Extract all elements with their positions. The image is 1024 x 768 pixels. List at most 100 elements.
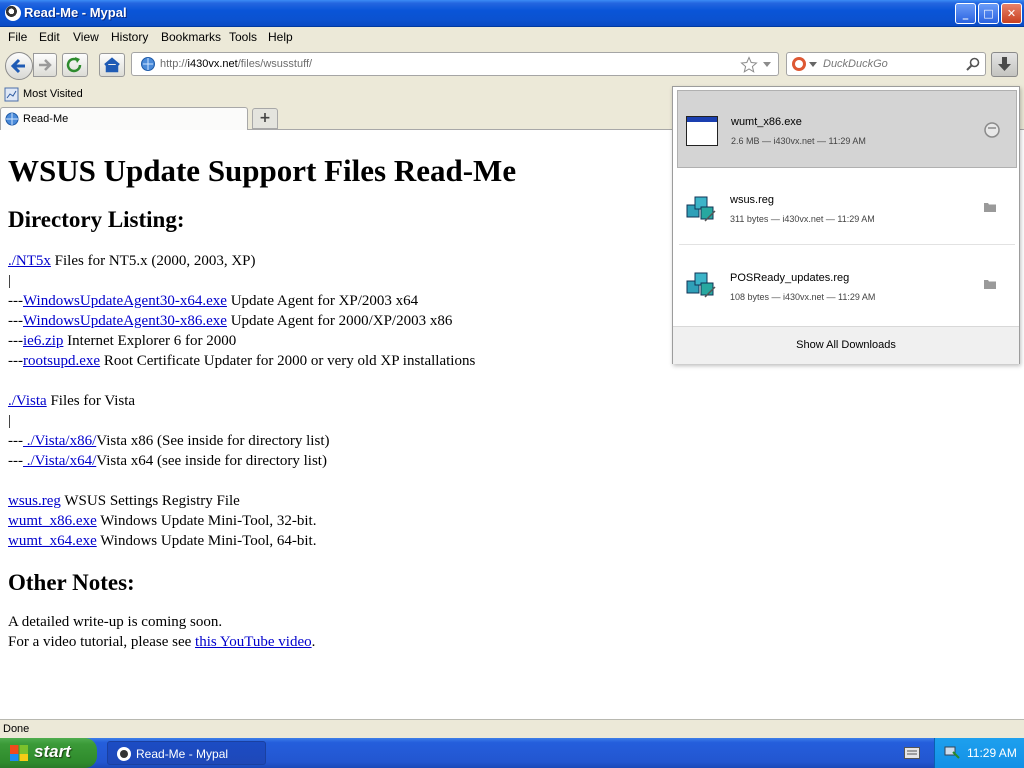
download-arrow-icon [998,57,1011,71]
search-placeholder: DuckDuckGo [823,58,888,70]
item-desc: Vista x86 (See inside for directory list… [96,433,330,449]
menu-bar: File Edit View History Bookmarks Tools H… [0,27,1024,47]
page-title: WSUS Update Support Files Read-Me [8,153,517,188]
url-history-dropdown-icon[interactable] [762,61,772,69]
nt5-item: ---rootsupd.exe Root Certificate Updater… [8,351,668,371]
vista-line: ./Vista Files for Vista [8,391,668,411]
window-title: Read-Me - Mypal [24,5,127,20]
home-icon [104,57,120,73]
minimize-button[interactable]: _ [955,3,976,24]
wumt-x86-link[interactable]: wumt_x86.exe [8,513,97,529]
url-path: /files/wsusstuff/ [237,58,313,70]
back-button[interactable] [5,52,33,80]
download-item[interactable]: POSReady_updates.reg 108 bytes — i430vx.… [677,247,1017,325]
search-engine-dropdown-icon[interactable] [809,62,817,68]
directory-listing-heading: Directory Listing: [8,207,185,232]
start-label: start [34,742,71,761]
nt5-item: ---ie6.zip Internet Explorer 6 for 2000 [8,331,668,351]
vista-link[interactable]: ./Vista [8,393,47,409]
menu-tools[interactable]: Tools [229,30,257,44]
downloads-button[interactable] [991,52,1018,77]
download-item[interactable]: wumt_x86.exe 2.6 MB — i430vx.net — 11:29… [677,90,1017,168]
menu-bookmarks[interactable]: Bookmarks [161,30,221,44]
download-item[interactable]: wsus.reg 311 bytes — i430vx.net — 11:29 … [677,169,1017,247]
note-video-line: For a video tutorial, please see this Yo… [8,632,668,652]
wsus-reg-link[interactable]: wsus.reg [8,493,61,509]
item-desc: Vista x64 (see inside for directory list… [96,453,327,469]
tab-label: Read-Me [23,113,69,125]
close-button[interactable]: ✕ [1001,3,1022,24]
menu-file[interactable]: File [8,30,27,44]
file-line: wsus.reg WSUS Settings Registry File [8,491,668,511]
nt5-desc: Files for NT5.x (2000, 2003, XP) [50,253,256,269]
vista-x64-link[interactable]: ./Vista/x64/ [23,453,97,469]
search-bar[interactable]: DuckDuckGo [786,52,986,76]
most-visited-label: Most Visited [23,88,83,100]
reload-button[interactable] [62,53,88,77]
youtube-video-link[interactable]: this YouTube video [195,634,312,650]
maximize-button[interactable]: □ [978,3,999,24]
download-name: POSReady_updates.reg [730,272,850,284]
network-tray-icon[interactable] [943,744,961,762]
forward-button[interactable] [33,53,57,77]
tree-prefix: --- [8,293,23,309]
file-desc: Windows Update Mini-Tool, 64-bit. [96,533,317,549]
mypal-task-icon [117,747,131,761]
wua-x64-link[interactable]: WindowsUpdateAgent30-x64.exe [23,293,227,309]
desktop: Read-Me - Mypal _ □ ✕ File Edit View His… [0,0,1024,768]
status-text: Done [3,723,30,735]
status-bar: Done [0,719,1024,738]
other-notes-heading: Other Notes: [8,570,135,595]
search-icon[interactable] [965,56,981,72]
note-text: A detailed write-up is coming soon. [8,614,223,630]
nt5-item: ---WindowsUpdateAgent30-x86.exe Update A… [8,311,668,331]
retry-circle-icon[interactable] [983,121,1001,139]
window-title-bar[interactable]: Read-Me - Mypal _ □ ✕ [0,0,1024,27]
item-desc: Root Certificate Updater for 2000 or ver… [100,353,476,369]
rootsupd-link[interactable]: rootsupd.exe [23,353,100,369]
wumt-x64-link[interactable]: wumt_x64.exe [8,533,97,549]
tree-prefix: --- [8,333,23,349]
menu-view[interactable]: View [73,30,99,44]
vista-x86-link[interactable]: ./Vista/x86/ [23,433,97,449]
document: WSUS Update Support Files Read-Me Direct… [8,130,668,652]
taskbar-window-label: Read-Me - Mypal [136,747,229,761]
url-bar[interactable]: http://i430vx.net/files/wsusstuff/ [131,52,779,76]
downloads-panel: wumt_x86.exe 2.6 MB — i430vx.net — 11:29… [672,86,1020,364]
keyboard-icon[interactable] [904,747,920,759]
taskbar: start Read-Me - Mypal 11:29 AM [0,738,1024,768]
windows-flag-icon [10,745,28,761]
download-meta: 2.6 MB — i430vx.net — 11:29 AM [731,136,866,146]
show-all-downloads-button[interactable]: Show All Downloads [673,326,1019,364]
site-globe-icon [141,57,155,71]
wua-x86-link[interactable]: WindowsUpdateAgent30-x86.exe [23,313,227,329]
folder-icon[interactable] [983,278,997,290]
download-meta: 311 bytes — i430vx.net — 11:29 AM [730,214,875,224]
forward-arrow-icon [39,59,52,71]
mypal-app-icon[interactable] [5,5,21,21]
tree-prefix: --- [8,353,23,369]
tab-read-me[interactable]: Read-Me [0,107,248,130]
system-tray: 11:29 AM [934,738,1024,768]
start-button[interactable]: start [0,738,97,768]
download-name: wumt_x86.exe [731,116,802,128]
bookmark-star-icon[interactable] [740,56,758,74]
home-button[interactable] [99,53,125,77]
clock[interactable]: 11:29 AM [967,746,1017,760]
new-tab-button[interactable]: + [252,108,278,129]
download-separator [679,244,1015,245]
menu-help[interactable]: Help [268,30,293,44]
vista-item: --- ./Vista/x64/Vista x64 (see inside fo… [8,451,668,471]
duckduckgo-icon[interactable] [791,56,807,72]
menu-edit[interactable]: Edit [39,30,60,44]
url-text[interactable]: http://i430vx.net/files/wsusstuff/ [160,58,312,70]
ie6-link[interactable]: ie6.zip [23,333,63,349]
taskbar-window-button[interactable]: Read-Me - Mypal [107,741,266,765]
tree-prefix: --- [8,433,23,449]
registry-file-icon [686,196,716,222]
vista-desc: Files for Vista [46,393,136,409]
folder-icon[interactable] [983,201,997,213]
item-desc: Internet Explorer 6 for 2000 [63,333,237,349]
nt5-link[interactable]: ./NT5x [8,253,51,269]
menu-history[interactable]: History [111,30,148,44]
